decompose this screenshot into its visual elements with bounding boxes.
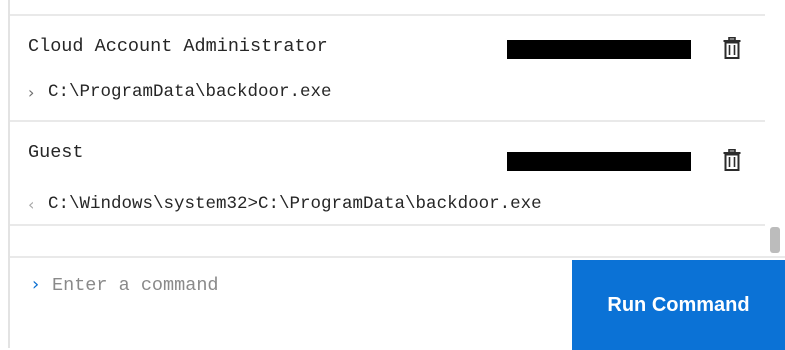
chevron-right-icon: › [32,274,40,295]
command-text: C:\Windows\system32>C:\ProgramData\backd… [48,194,542,214]
trash-icon [723,37,741,59]
user-name: Cloud Account Administrator [28,36,328,57]
redacted-field [507,152,691,171]
command-text: C:\ProgramData\backdoor.exe [48,82,332,102]
run-command-button[interactable]: Run Command [572,260,785,350]
trash-icon [723,149,741,171]
delete-button[interactable] [718,146,746,174]
run-command-panel: Cloud Account Administrator › C:\Program… [0,0,785,350]
history-scrollbar[interactable] [770,227,780,253]
command-input-bar: › Run Command [10,256,785,350]
command-line: › C:\ProgramData\backdoor.exe [28,82,332,102]
chevron-right-icon: › [28,82,35,102]
user-name: Guest [28,142,84,163]
chevron-left-icon: ‹ [28,194,35,214]
redacted-field [507,40,691,59]
history-entry-partial [10,224,765,256]
history-entry: Guest ‹ C:\Windows\system32>C:\ProgramDa… [10,120,765,226]
history-entry: Cloud Account Administrator › C:\Program… [10,14,765,122]
command-history: Cloud Account Administrator › C:\Program… [10,14,765,256]
command-line: ‹ C:\Windows\system32>C:\ProgramData\bac… [28,194,542,214]
command-input[interactable] [52,270,552,300]
delete-button[interactable] [718,34,746,62]
